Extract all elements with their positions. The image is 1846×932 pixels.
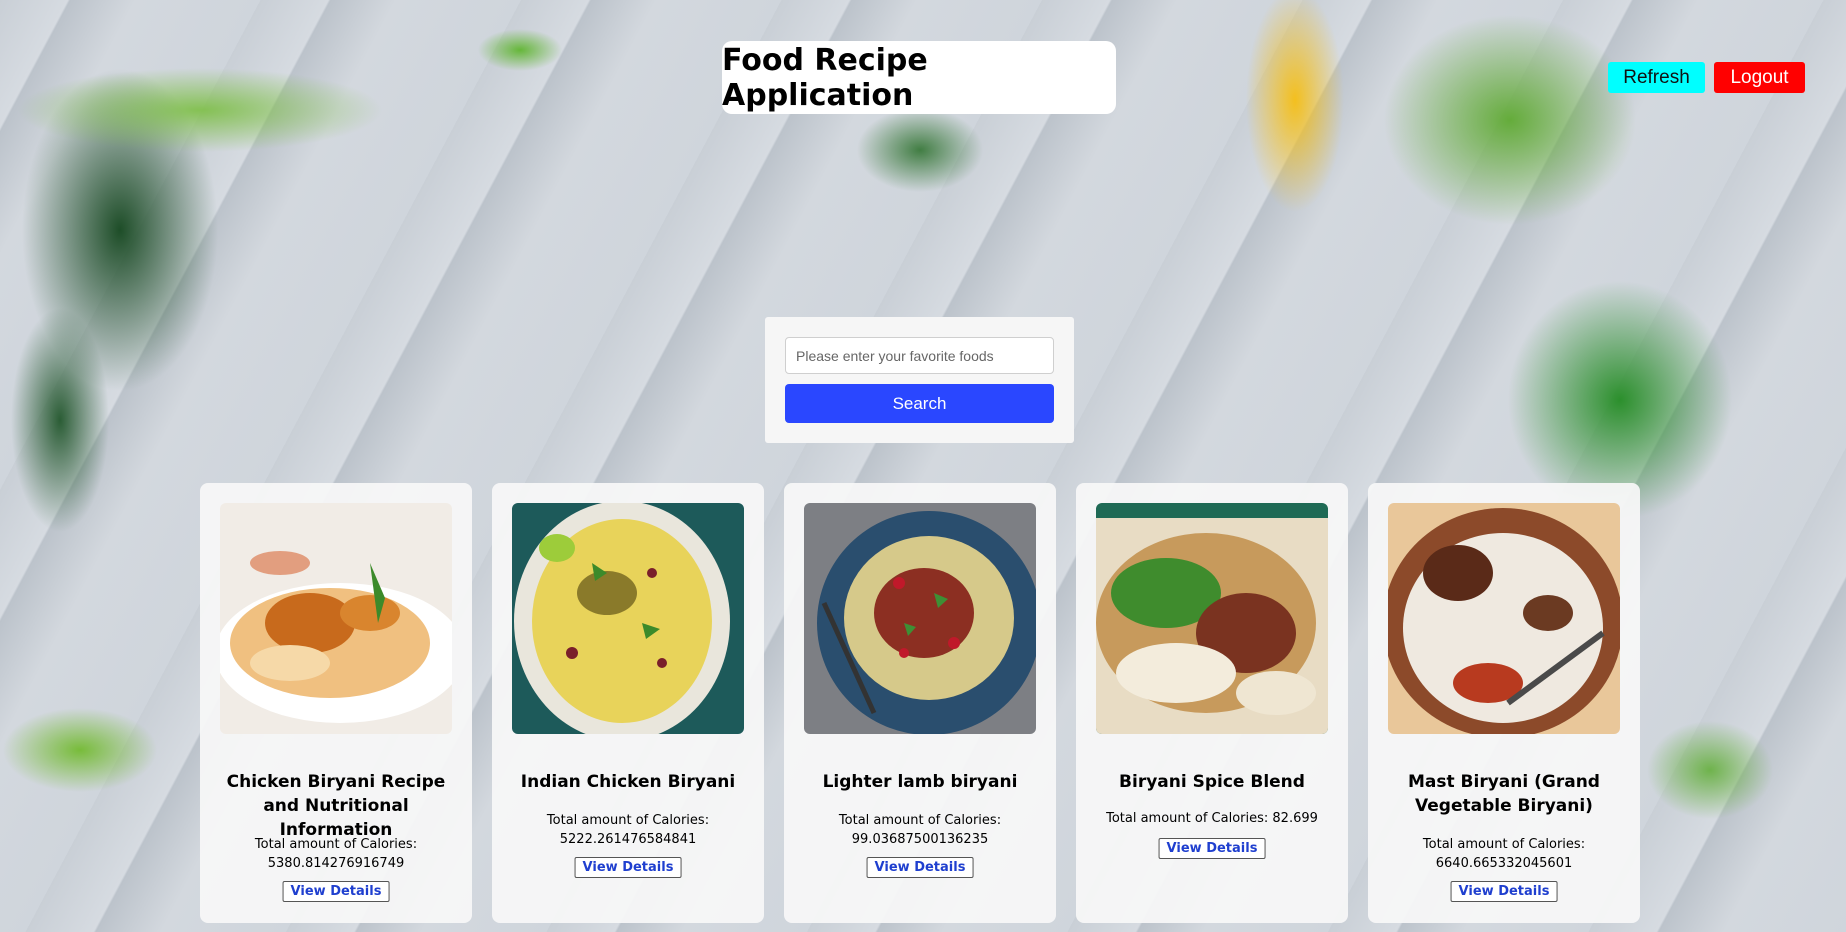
recipe-image: [220, 503, 452, 734]
recipe-calories: Total amount of Calories: 82.699: [1088, 809, 1336, 828]
recipe-card: Biryani Spice Blend Total amount of Calo…: [1076, 483, 1348, 923]
calories-value: 5222.261476584841: [559, 832, 697, 847]
recipe-calories: Total amount of Calories: 5380.814276916…: [212, 835, 460, 873]
search-input[interactable]: [785, 337, 1054, 374]
calories-label: Total amount of Calories:: [1106, 811, 1269, 826]
recipe-title: Chicken Biryani Recipe and Nutritional I…: [226, 772, 446, 840]
view-details-button[interactable]: View Details: [574, 857, 682, 878]
recipe-card: Chicken Biryani Recipe and Nutritional I…: [200, 483, 472, 923]
search-button[interactable]: Search: [785, 384, 1054, 423]
calories-value: 82.699: [1272, 811, 1318, 826]
calories-value: 6640.665332045601: [1435, 856, 1573, 871]
recipe-calories: Total amount of Calories: 5222.261476584…: [504, 811, 752, 849]
refresh-button[interactable]: Refresh: [1608, 62, 1705, 93]
recipe-title: Indian Chicken Biryani: [520, 772, 736, 792]
recipe-card: Mast Biryani (Grand Vegetable Biryani) T…: [1368, 483, 1640, 923]
recipe-list: Chicken Biryani Recipe and Nutritional I…: [200, 483, 1640, 923]
recipe-title: Biryani Spice Blend: [1119, 772, 1305, 792]
calories-label: Total amount of Calories:: [838, 813, 1002, 828]
calories-label: Total amount of Calories:: [254, 837, 418, 852]
recipe-card: Lighter lamb biryani Total amount of Cal…: [784, 483, 1056, 923]
calories-label: Total amount of Calories:: [1422, 837, 1586, 852]
view-details-button[interactable]: View Details: [1450, 881, 1558, 902]
logout-button[interactable]: Logout: [1714, 62, 1805, 93]
search-panel: Search: [765, 317, 1074, 443]
recipe-calories: Total amount of Calories: 6640.665332045…: [1380, 835, 1628, 873]
recipe-calories: Total amount of Calories: 99.03687500136…: [796, 811, 1044, 849]
recipe-image: [1096, 503, 1328, 734]
recipe-title: Mast Biryani (Grand Vegetable Biryani): [1408, 772, 1600, 816]
calories-value: 5380.814276916749: [267, 856, 405, 871]
view-details-button[interactable]: View Details: [1158, 838, 1266, 859]
recipe-title: Lighter lamb biryani: [822, 772, 1018, 792]
view-details-button[interactable]: View Details: [282, 881, 390, 902]
calories-label: Total amount of Calories:: [546, 813, 710, 828]
app-title-box: Food Recipe Application: [722, 41, 1116, 114]
recipe-card: Indian Chicken Biryani Total amount of C…: [492, 483, 764, 923]
recipe-image: [512, 503, 744, 734]
recipe-image: [804, 503, 1036, 734]
calories-value: 99.03687500136235: [851, 832, 989, 847]
app-title: Food Recipe Application: [722, 42, 928, 113]
view-details-button[interactable]: View Details: [866, 857, 974, 878]
recipe-image: [1388, 503, 1620, 734]
